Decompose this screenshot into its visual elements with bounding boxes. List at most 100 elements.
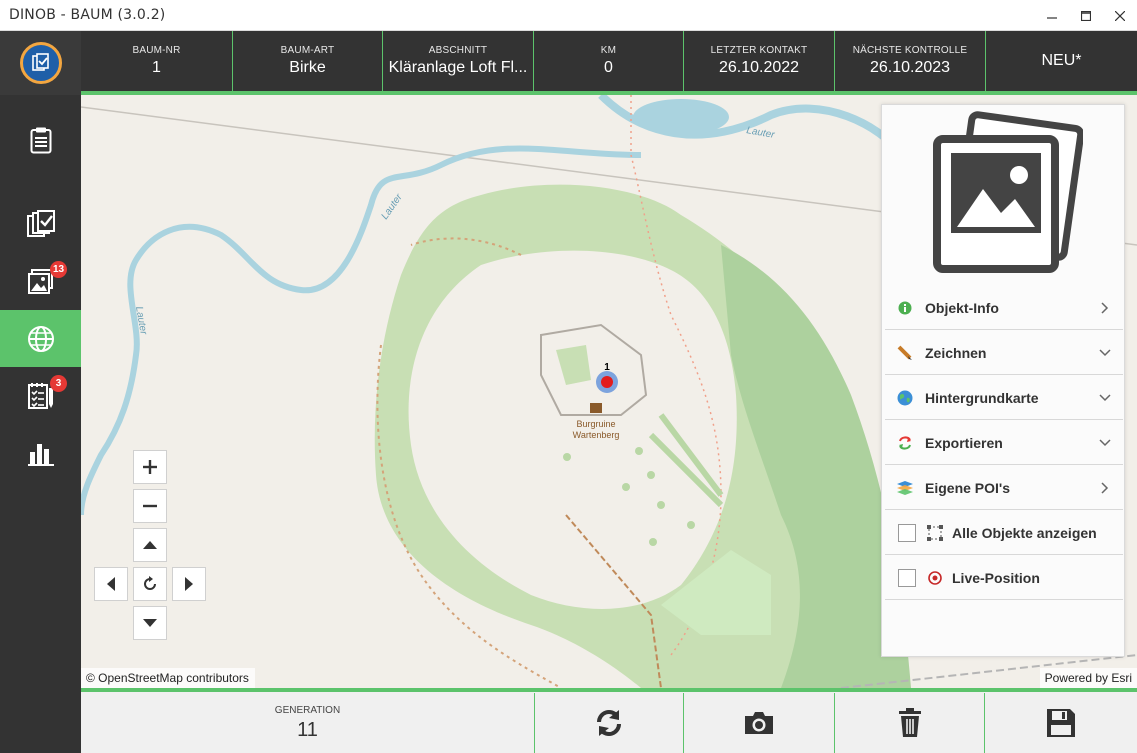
camera-icon <box>745 712 773 734</box>
info-icon <box>896 299 914 317</box>
pencil-icon <box>896 344 914 362</box>
target-icon <box>926 569 944 587</box>
nav-clipboard[interactable] <box>0 111 81 168</box>
header-naechste-kontrolle[interactable]: NÄCHSTE KONTROLLE 26.10.2023 <box>835 31 986 91</box>
live-position-checkbox[interactable] <box>898 568 916 587</box>
header-baum-art[interactable]: BAUM-ART Birke <box>233 31 383 91</box>
letzter-kontakt-label: LETZTER KONTAKT <box>710 45 808 56</box>
alle-objekte-label: Alle Objekte anzeigen <box>952 524 1097 541</box>
minimize-icon[interactable] <box>1035 0 1069 31</box>
map-powered-by: Powered by Esri <box>1039 668 1137 688</box>
baum-art-label: BAUM-ART <box>280 45 335 56</box>
map-tools-panel: Objekt-Info Zeichnen Hintergrundkarte Ex… <box>881 104 1125 657</box>
maximize-icon[interactable] <box>1069 0 1103 31</box>
trash-icon <box>898 708 921 737</box>
pan-left-button[interactable] <box>94 567 128 601</box>
save-icon <box>1047 709 1075 737</box>
app-logo[interactable] <box>0 31 81 95</box>
photos-badge: 13 <box>50 261 68 278</box>
header-baum-nr[interactable]: BAUM-NR 1 <box>81 31 233 91</box>
window-title: DINOB - BAUM (3.0.2) <box>9 7 166 23</box>
nav-photos[interactable]: 13 <box>0 253 81 310</box>
close-icon[interactable] <box>1103 0 1137 31</box>
chevron-down-icon <box>1095 393 1115 402</box>
select-all-icon <box>926 524 944 542</box>
generation-value: 11 <box>297 718 318 741</box>
panel-eigene-pois[interactable]: Eigene POI's <box>885 466 1123 510</box>
zoom-out-button[interactable] <box>133 489 167 523</box>
panel-zeichnen[interactable]: Zeichnen <box>885 331 1123 375</box>
zeichnen-label: Zeichnen <box>925 344 987 361</box>
panel-exportieren[interactable]: Exportieren <box>885 421 1123 465</box>
clipboard-icon <box>30 127 51 153</box>
nav-checklists[interactable] <box>0 195 81 252</box>
letzter-kontakt-value: 26.10.2022 <box>718 59 800 76</box>
baum-nr-value: 1 <box>152 59 161 76</box>
panel-alle-objekte[interactable]: Alle Objekte anzeigen <box>885 511 1123 555</box>
nav-tasks[interactable]: 3 <box>0 367 81 424</box>
save-button[interactable] <box>985 693 1137 753</box>
chevron-right-icon <box>1095 481 1115 494</box>
nav-map[interactable] <box>0 310 81 367</box>
reset-view-button[interactable] <box>133 567 167 601</box>
chevron-down-icon <box>1095 348 1115 357</box>
baum-art-value: Birke <box>289 59 326 76</box>
sidebar: 13 3 <box>0 31 81 753</box>
refresh-icon <box>597 710 621 736</box>
chevron-right-icon <box>1095 301 1115 314</box>
refresh-button[interactable] <box>535 693 684 753</box>
abschnitt-value: Kläranlage Loft Fl... <box>388 59 528 76</box>
km-value: 0 <box>604 59 613 76</box>
river-label-lauter-mid: Lauter <box>379 192 405 222</box>
pan-up-button[interactable] <box>133 528 167 562</box>
footer-bar: GENERATION 11 <box>81 693 1137 753</box>
poi-label-line1: Burgruine <box>576 419 615 429</box>
panel-objekt-info[interactable]: Objekt-Info <box>885 286 1123 330</box>
footer-generation[interactable]: GENERATION 11 <box>81 693 535 753</box>
poi-label-line2: Wartenberg <box>573 430 620 440</box>
globe-icon <box>27 325 54 352</box>
naechste-kontrolle-label: NÄCHSTE KONTROLLE <box>852 45 968 56</box>
zoom-in-button[interactable] <box>133 450 167 484</box>
hintergrundkarte-label: Hintergrundkarte <box>925 389 1039 406</box>
header-km[interactable]: KM 0 <box>534 31 684 91</box>
pan-down-button[interactable] <box>133 606 167 640</box>
panel-hintergrundkarte[interactable]: Hintergrundkarte <box>885 376 1123 420</box>
map-attribution: © OpenStreetMap contributors <box>81 668 255 688</box>
title-bar: DINOB - BAUM (3.0.2) <box>0 0 1137 31</box>
objekt-info-label: Objekt-Info <box>925 299 999 316</box>
alle-objekte-checkbox[interactable] <box>898 523 916 542</box>
earth-icon <box>896 389 914 407</box>
live-position-label: Live-Position <box>952 569 1040 586</box>
marker-number: 1 <box>604 362 610 373</box>
checklist-stack-icon <box>26 209 55 237</box>
photo-gallery-icon <box>933 111 1083 273</box>
header-status[interactable]: NEU* <box>986 31 1137 91</box>
river-label-lauter-top: Lauter <box>745 125 775 141</box>
photo-placeholder[interactable] <box>882 105 1124 283</box>
footer-accent-line <box>81 688 1137 692</box>
camera-button[interactable] <box>684 693 835 753</box>
pan-right-button[interactable] <box>172 567 206 601</box>
exportieren-label: Exportieren <box>925 434 1003 451</box>
naechste-kontrolle-value: 26.10.2023 <box>869 59 951 76</box>
bar-chart-icon <box>27 443 54 466</box>
tasks-badge: 3 <box>50 375 67 392</box>
logo-checklist-icon <box>19 42 62 84</box>
km-label: KM <box>600 45 617 56</box>
export-arrows-icon <box>896 434 914 452</box>
eigene-pois-label: Eigene POI's <box>925 479 1011 496</box>
layers-icon <box>896 479 914 497</box>
baum-nr-label: BAUM-NR <box>132 45 181 56</box>
window-controls <box>1035 0 1137 31</box>
delete-button[interactable] <box>835 693 985 753</box>
abschnitt-label: ABSCHNITT <box>428 45 488 56</box>
header-bar: BAUM-NR 1 BAUM-ART Birke ABSCHNITT Klära… <box>81 31 1137 95</box>
chevron-down-icon <box>1095 438 1115 447</box>
status-value: NEU* <box>1041 52 1082 69</box>
nav-statistics[interactable] <box>0 424 81 481</box>
header-letzter-kontakt[interactable]: LETZTER KONTAKT 26.10.2022 <box>684 31 835 91</box>
generation-label: GENERATION <box>274 704 341 716</box>
panel-live-position[interactable]: Live-Position <box>885 556 1123 600</box>
header-abschnitt[interactable]: ABSCHNITT Kläranlage Loft Fl... <box>383 31 534 91</box>
